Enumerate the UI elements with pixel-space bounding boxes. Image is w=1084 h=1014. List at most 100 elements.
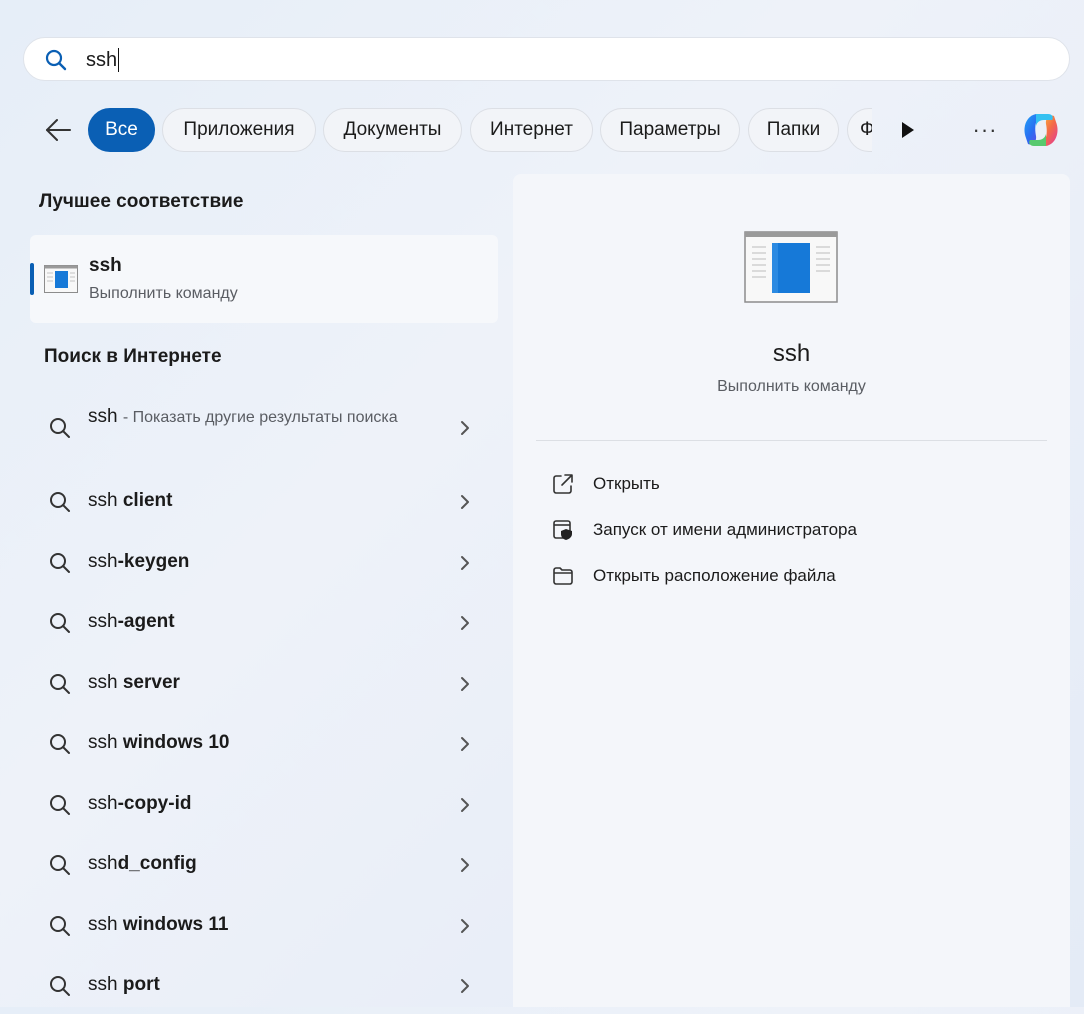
suggestion-prefix: ssh [88,974,118,995]
selection-indicator [30,263,34,295]
suggestion-label: ssh server [88,672,180,694]
chevron-right-icon [461,979,469,993]
search-icon [45,49,67,71]
search-icon [50,553,70,573]
suggestion-completion: windows 11 [117,914,229,935]
action-open[interactable]: Открыть [551,469,1031,499]
chevron-right-icon [461,737,469,751]
action-run-as-admin[interactable]: Запуск от имени администратора [551,515,1031,545]
action-open-file-location-label: Открыть расположение файла [593,566,836,585]
web-search-suggestion[interactable]: ssh port [30,958,498,1014]
chevron-right-icon [461,421,469,435]
web-search-suggestion[interactable]: ssh client [30,474,498,530]
suggestion-prefix: ssh [88,732,118,753]
detail-divider [536,440,1047,441]
tab-all[interactable]: Все [88,108,155,152]
more-options-button[interactable]: ··· [970,116,1000,144]
search-icon [50,916,70,936]
suggestion-prefix: ssh [88,551,118,572]
action-run-as-admin-label: Запуск от имени администратора [593,520,857,539]
web-search-suggestion[interactable]: ssh windows 11 [30,898,498,954]
web-search-heading: Поиск в Интернете [44,346,222,367]
open-external-icon [553,474,573,494]
suggestion-label: ssh-copy-id [88,793,191,815]
search-input[interactable]: ssh [86,48,120,72]
search-icon [50,976,70,996]
web-search-suggestion[interactable]: ssh-copy-id [30,777,498,833]
web-search-suggestion[interactable]: ssh windows 10 [30,716,498,772]
chevron-right-icon [461,495,469,509]
suggestion-completion: -copy-id [117,793,192,814]
tab-documents[interactable]: Документы [323,108,462,152]
play-icon [902,122,914,138]
suggestion-label: ssh windows 11 [88,914,228,936]
web-query-description: - Показать другие результаты поиска [122,409,398,426]
chevron-right-icon [461,798,469,812]
suggestion-prefix: ssh [88,793,118,814]
search-box[interactable]: ssh [23,37,1070,81]
web-search-item-more-results[interactable]: ssh - Показать другие результаты поиска [30,402,498,462]
web-search-suggestion[interactable]: sshd_config [30,837,498,893]
suggestion-completion: server [117,672,180,693]
suggestion-label: ssh windows 10 [88,732,230,754]
tab-more-partial[interactable]: Ф [847,108,872,152]
search-query-text: ssh [86,49,118,71]
web-search-suggestion[interactable]: ssh server [30,656,498,712]
command-app-large-icon [744,231,838,303]
tab-settings[interactable]: Параметры [600,108,740,152]
chevron-right-icon [461,556,469,570]
search-icon [50,613,70,633]
tab-folders[interactable]: Папки [748,108,839,152]
chevron-right-icon [461,616,469,630]
suggestion-prefix: ssh [88,490,118,511]
web-search-item-label: ssh - Показать другие результаты поиска [88,402,398,432]
filter-tabs: Все Приложения Документы Интернет Параме… [88,108,872,154]
tab-internet[interactable]: Интернет [470,108,593,152]
shield-admin-icon [553,520,572,540]
suggestion-prefix: ssh [88,914,118,935]
best-match-heading: Лучшее соответствие [39,191,244,212]
suggestion-completion: client [117,490,173,511]
suggestion-prefix: ssh [88,853,118,874]
tab-apps[interactable]: Приложения [162,108,316,152]
copilot-icon [1024,114,1058,146]
best-match-item[interactable]: ssh Выполнить команду [30,235,498,323]
arrow-left-icon [46,119,71,141]
action-open-file-location[interactable]: Открыть расположение файла [551,561,1031,591]
command-app-icon [44,265,78,293]
chevron-right-icon [461,919,469,933]
chevron-right-icon [461,858,469,872]
web-search-suggestion[interactable]: ssh-agent [30,595,498,651]
best-match-name: ssh [89,255,122,276]
chevron-right-icon [461,677,469,691]
search-icon [50,855,70,875]
search-icon [50,795,70,815]
suggestion-prefix: ssh [88,611,118,632]
scroll-tabs-right-button[interactable] [896,118,920,142]
best-match-subtitle: Выполнить команду [89,285,238,302]
suggestion-completion: port [117,974,160,995]
folder-icon [553,567,573,585]
back-button[interactable] [42,116,74,144]
suggestion-completion: -keygen [117,551,190,572]
search-icon [50,734,70,754]
text-caret [118,48,120,72]
action-open-label: Открыть [593,474,660,493]
suggestion-label: ssh-keygen [88,551,189,573]
suggestion-label: ssh-agent [88,611,175,633]
detail-panel: ssh Выполнить команду Открыть Запуск от … [513,174,1070,1007]
suggestion-label: ssh client [88,490,172,512]
copilot-button[interactable] [1018,108,1064,152]
search-icon [50,674,70,694]
detail-title: ssh [772,340,811,367]
suggestion-completion: -agent [117,611,175,632]
web-query: ssh [88,406,118,427]
suggestion-completion: windows 10 [117,732,230,753]
suggestion-prefix: ssh [88,672,118,693]
detail-subtitle: Выполнить команду [717,378,866,395]
suggestion-completion: d_config [117,853,197,874]
web-search-suggestion[interactable]: ssh-keygen [30,535,498,591]
suggestion-label: ssh port [88,974,160,996]
search-icon [50,418,70,438]
suggestion-label: sshd_config [88,853,197,875]
